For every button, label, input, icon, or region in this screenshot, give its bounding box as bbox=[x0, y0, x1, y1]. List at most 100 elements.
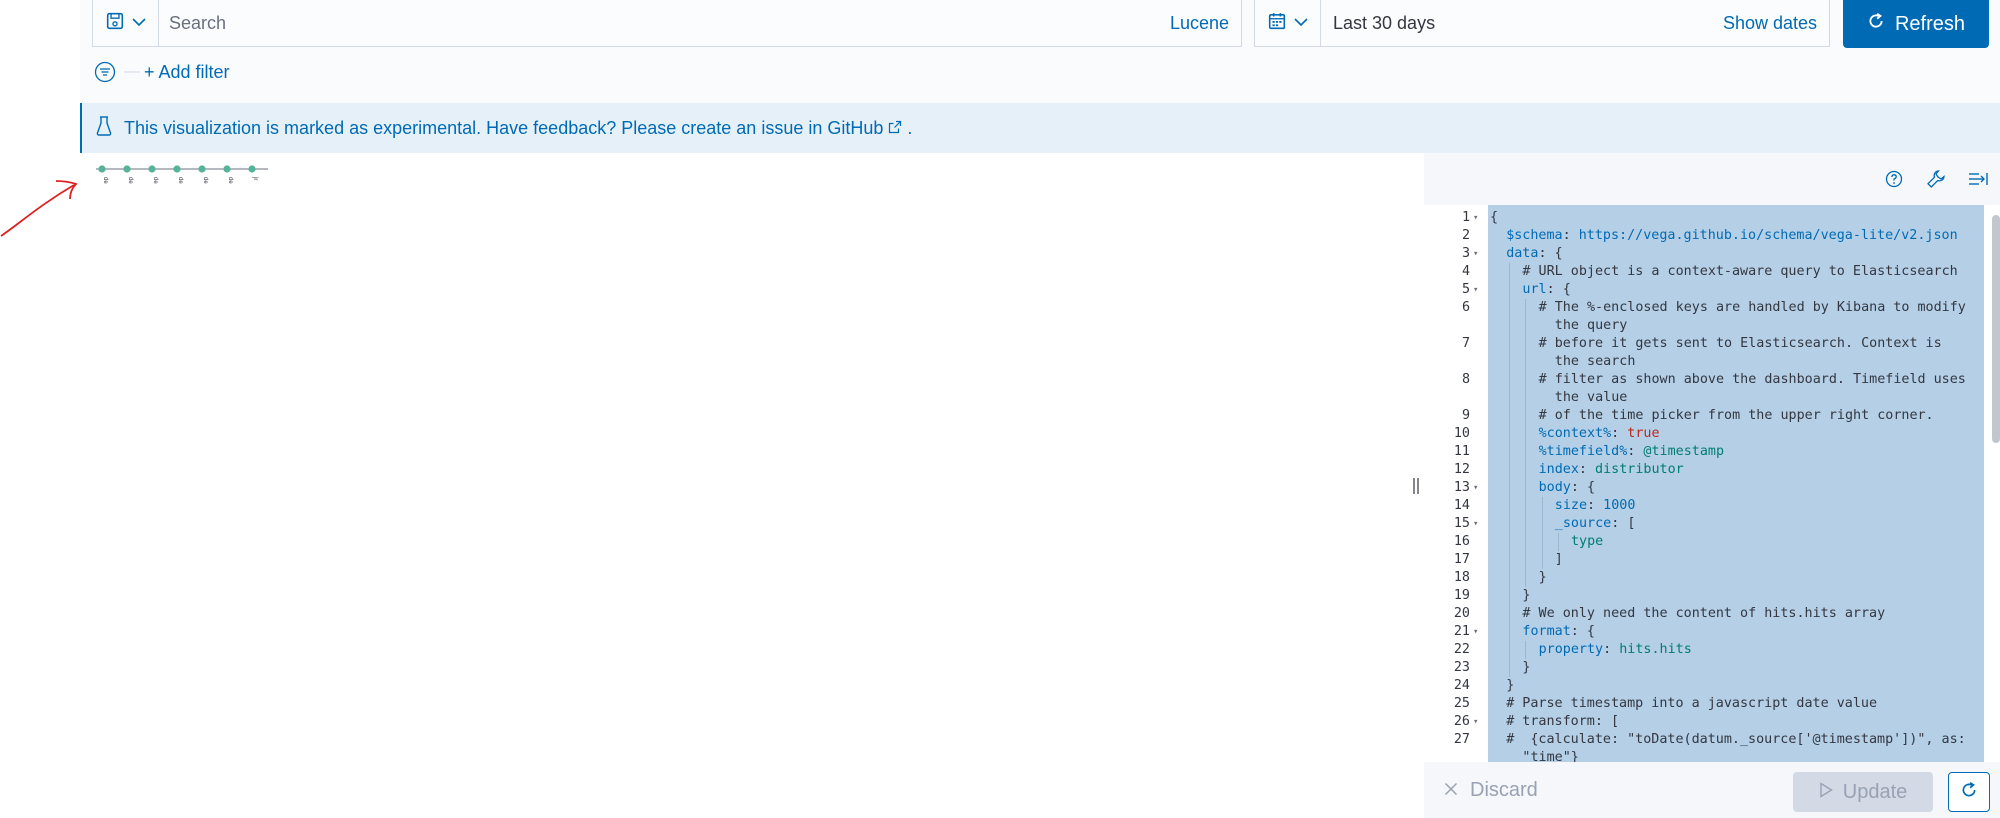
add-filter-button[interactable]: + Add filter bbox=[144, 62, 230, 83]
line-number: 14 bbox=[1453, 498, 1470, 513]
fold-toggle-icon[interactable]: ▾ bbox=[1473, 209, 1478, 227]
indent-guide bbox=[1509, 659, 1511, 677]
callout-text: This visualization is marked as experime… bbox=[124, 118, 912, 139]
code-text: the search bbox=[1554, 354, 1636, 369]
wrench-icon[interactable] bbox=[1924, 167, 1948, 191]
code-text: body: { bbox=[1538, 480, 1596, 495]
chevron-down-icon bbox=[1293, 14, 1308, 32]
vega-editor-panel: 1 ▾{2 $schema: https://vega.github.io/sche… bbox=[1424, 153, 2000, 818]
line-number: 27 bbox=[1453, 732, 1470, 747]
chart-tick-label: de bbox=[152, 177, 158, 184]
line-number: 5 bbox=[1461, 282, 1470, 297]
code-line: 3 ▾ data: { bbox=[1424, 245, 1984, 263]
help-icon[interactable] bbox=[1882, 167, 1906, 191]
code-text: } bbox=[1522, 588, 1531, 603]
line-number: 13 bbox=[1453, 480, 1470, 495]
code-text: # before it gets sent to Elasticsearch. … bbox=[1538, 336, 1942, 351]
indent-guide bbox=[1509, 551, 1511, 569]
fold-toggle-icon[interactable]: ▾ bbox=[1473, 281, 1478, 299]
indent-guide bbox=[1525, 641, 1527, 659]
code-line: 18} bbox=[1424, 569, 1984, 587]
indent-guide bbox=[1557, 533, 1559, 551]
code-text: { bbox=[1490, 210, 1499, 225]
code-line: 23} bbox=[1424, 659, 1984, 677]
code-line: 16 type bbox=[1424, 533, 1984, 551]
fold-toggle-icon[interactable]: ▾ bbox=[1473, 623, 1478, 641]
line-number: 19 bbox=[1453, 588, 1470, 603]
code-line-wrap: the query bbox=[1424, 317, 1984, 335]
search-bar: Lucene bbox=[92, 0, 1242, 47]
filter-bar: — + Add filter bbox=[94, 57, 230, 87]
code-text: # URL object is a context-aware query to… bbox=[1522, 264, 1958, 279]
line-number: 25 bbox=[1453, 696, 1470, 711]
saved-query-button[interactable] bbox=[93, 0, 159, 46]
chart-point bbox=[248, 165, 256, 173]
chart-tick-label: de bbox=[202, 177, 208, 184]
code-text: data: { bbox=[1506, 246, 1563, 261]
code-text: } bbox=[1538, 570, 1547, 585]
indent-guide bbox=[1525, 407, 1527, 425]
line-number: 9 bbox=[1461, 408, 1470, 423]
auto-refresh-button[interactable] bbox=[1948, 772, 1990, 812]
line-number: 16 bbox=[1453, 534, 1470, 549]
line-number: 3 bbox=[1461, 246, 1470, 261]
code-text: } bbox=[1506, 678, 1515, 693]
indent-guide bbox=[1525, 515, 1527, 533]
save-icon bbox=[106, 12, 124, 35]
indent-guide bbox=[1509, 623, 1511, 641]
line-number: 22 bbox=[1453, 642, 1470, 657]
code-line: 7 # before it gets sent to Elasticsearch.… bbox=[1424, 335, 1984, 371]
code-text: # {calculate: "toDate(datum._source['@ti… bbox=[1506, 732, 1966, 747]
editor-scrollbar[interactable] bbox=[1992, 215, 2000, 443]
code-line: 17] bbox=[1424, 551, 1984, 569]
indent-guide bbox=[1509, 443, 1511, 461]
search-input[interactable] bbox=[159, 0, 1170, 46]
indent-guide bbox=[1509, 407, 1511, 425]
code-text: url: { bbox=[1522, 282, 1571, 297]
date-picker: Last 30 days Show dates bbox=[1254, 0, 1830, 47]
indent-guide bbox=[1525, 533, 1527, 551]
callout-suffix: . bbox=[907, 117, 913, 138]
panel-resize-handle[interactable] bbox=[1412, 476, 1420, 496]
indent-guide bbox=[1525, 443, 1527, 461]
date-range-text[interactable]: Last 30 days bbox=[1321, 13, 1723, 34]
indent-guide bbox=[1509, 263, 1511, 281]
line-number: 4 bbox=[1461, 264, 1470, 279]
code-line: 2 $schema: https://vega.github.io/schema/… bbox=[1424, 227, 1984, 245]
editor-footer: Discard Update bbox=[1424, 762, 2000, 818]
code-line: 10 %context%: true bbox=[1424, 425, 1984, 443]
code-editor[interactable]: 1 ▾{2 $schema: https://vega.github.io/sche… bbox=[1424, 205, 2000, 762]
quick-date-menu-button[interactable] bbox=[1255, 0, 1321, 46]
indent-guide bbox=[1509, 281, 1511, 299]
indent-guide bbox=[1525, 551, 1527, 569]
code-line: 5 ▾ url: { bbox=[1424, 281, 1984, 299]
indent-guide bbox=[1541, 515, 1543, 533]
update-button[interactable]: Update bbox=[1793, 772, 1933, 812]
code-line: 19} bbox=[1424, 587, 1984, 605]
fold-toggle-icon[interactable]: ▾ bbox=[1473, 245, 1478, 263]
fold-toggle-icon[interactable]: ▾ bbox=[1473, 479, 1478, 497]
line-number: 20 bbox=[1453, 606, 1470, 621]
refresh-button[interactable]: Refresh bbox=[1843, 0, 1989, 48]
code-line: 21 ▾ format: { bbox=[1424, 623, 1984, 641]
show-dates-button[interactable]: Show dates bbox=[1723, 13, 1829, 34]
discard-label: Discard bbox=[1470, 778, 1538, 801]
fold-toggle-icon[interactable]: ▾ bbox=[1473, 713, 1478, 731]
filter-menu-icon[interactable] bbox=[94, 61, 116, 83]
discard-button[interactable]: Discard bbox=[1444, 779, 1538, 802]
collapse-panel-icon[interactable] bbox=[1966, 167, 1990, 191]
code-text: property: hits.hits bbox=[1538, 642, 1692, 657]
github-issue-link[interactable]: This visualization is marked as experime… bbox=[124, 118, 883, 138]
indent-guide bbox=[1541, 533, 1543, 551]
query-language-toggle[interactable]: Lucene bbox=[1170, 13, 1241, 34]
code-text: ] bbox=[1554, 552, 1563, 567]
chevron-down-icon bbox=[131, 14, 146, 32]
code-line: 9 # of the time picker from the upper rig… bbox=[1424, 407, 1984, 425]
code-line: 8 # filter as shown above the dashboard. … bbox=[1424, 371, 1984, 407]
editor-toolbar bbox=[1424, 153, 2000, 205]
line-number: 23 bbox=[1453, 660, 1470, 675]
code-text: the value bbox=[1554, 390, 1628, 405]
fold-toggle-icon[interactable]: ▾ bbox=[1473, 515, 1478, 533]
line-number: 10 bbox=[1453, 426, 1470, 441]
code-line: 25 # Parse timestamp into a javascript da… bbox=[1424, 695, 1984, 713]
